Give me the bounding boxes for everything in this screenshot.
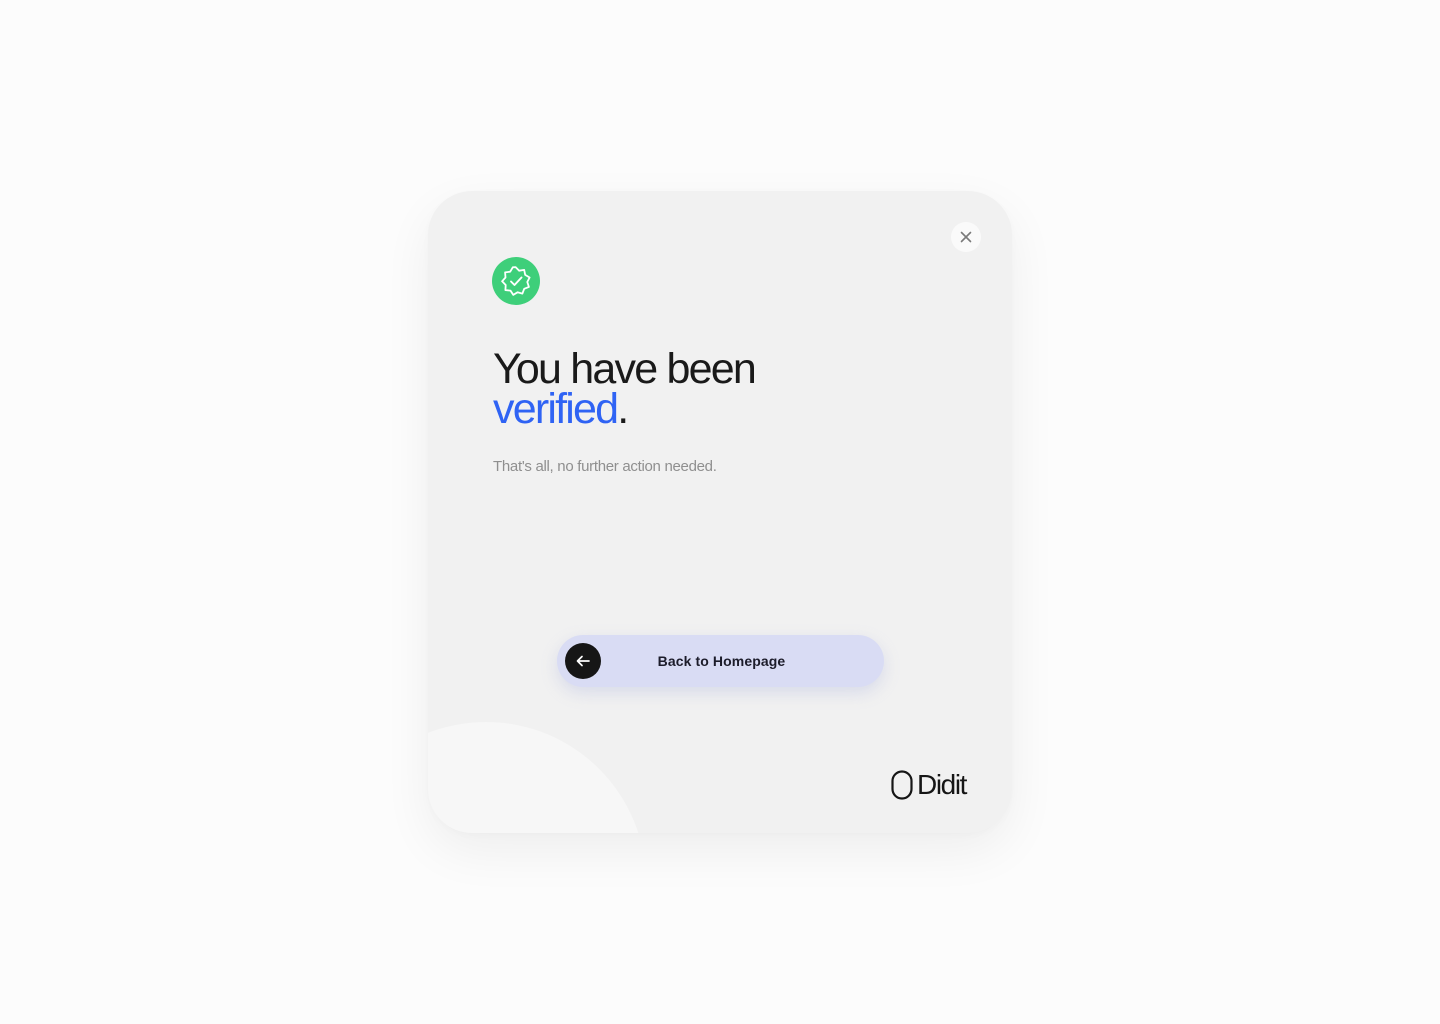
title-accent-word: verified <box>493 385 619 433</box>
verified-badge-icon <box>492 257 540 305</box>
subtitle: That's all, no further action needed. <box>493 458 717 475</box>
verification-dialog: You have been verified. That's all, no f… <box>428 191 1012 833</box>
back-to-homepage-button[interactable]: Back to Homepage <box>557 635 884 687</box>
didit-logo: Didit <box>891 769 967 801</box>
back-to-homepage-label: Back to Homepage <box>657 653 786 669</box>
title-line-1: You have been <box>493 345 757 393</box>
close-icon <box>960 231 972 243</box>
decorative-circle <box>428 722 646 833</box>
didit-logo-icon <box>891 770 913 800</box>
page-title: You have been verified. <box>493 345 757 431</box>
title-period: . <box>617 385 629 433</box>
title-line-2: verified. <box>493 388 755 431</box>
brand-name: Didit <box>917 769 967 800</box>
close-button[interactable] <box>951 222 981 252</box>
